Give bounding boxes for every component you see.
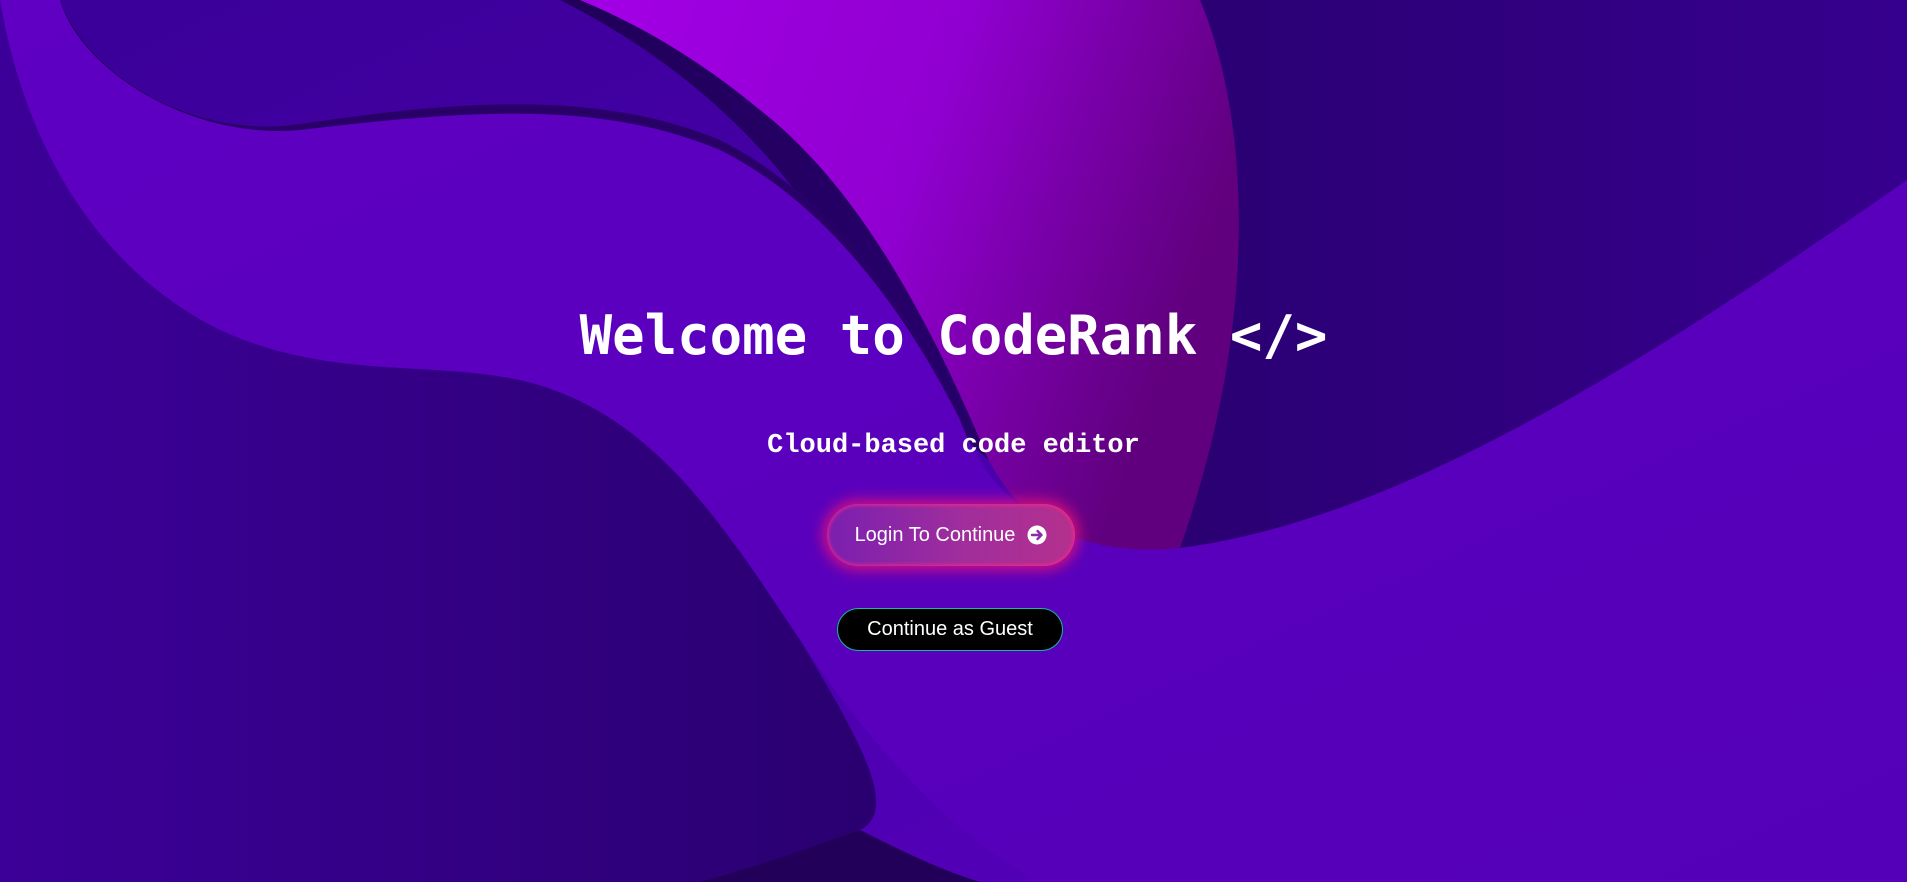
hero-content: Welcome to CodeRank </> Cloud-based code… — [0, 0, 1907, 882]
login-button-label: Login To Continue — [854, 523, 1016, 546]
page-subtitle: Cloud-based code editor — [767, 431, 1140, 461]
page-title: Welcome to CodeRank </> — [579, 304, 1328, 367]
continue-as-guest-button[interactable]: Continue as Guest — [837, 608, 1063, 651]
login-button[interactable]: Login To Continue — [827, 504, 1075, 566]
guest-button-label: Continue as Guest — [867, 618, 1033, 640]
landing-page: Welcome to CodeRank </> Cloud-based code… — [0, 0, 1907, 882]
arrow-circle-right-icon — [1027, 525, 1047, 545]
